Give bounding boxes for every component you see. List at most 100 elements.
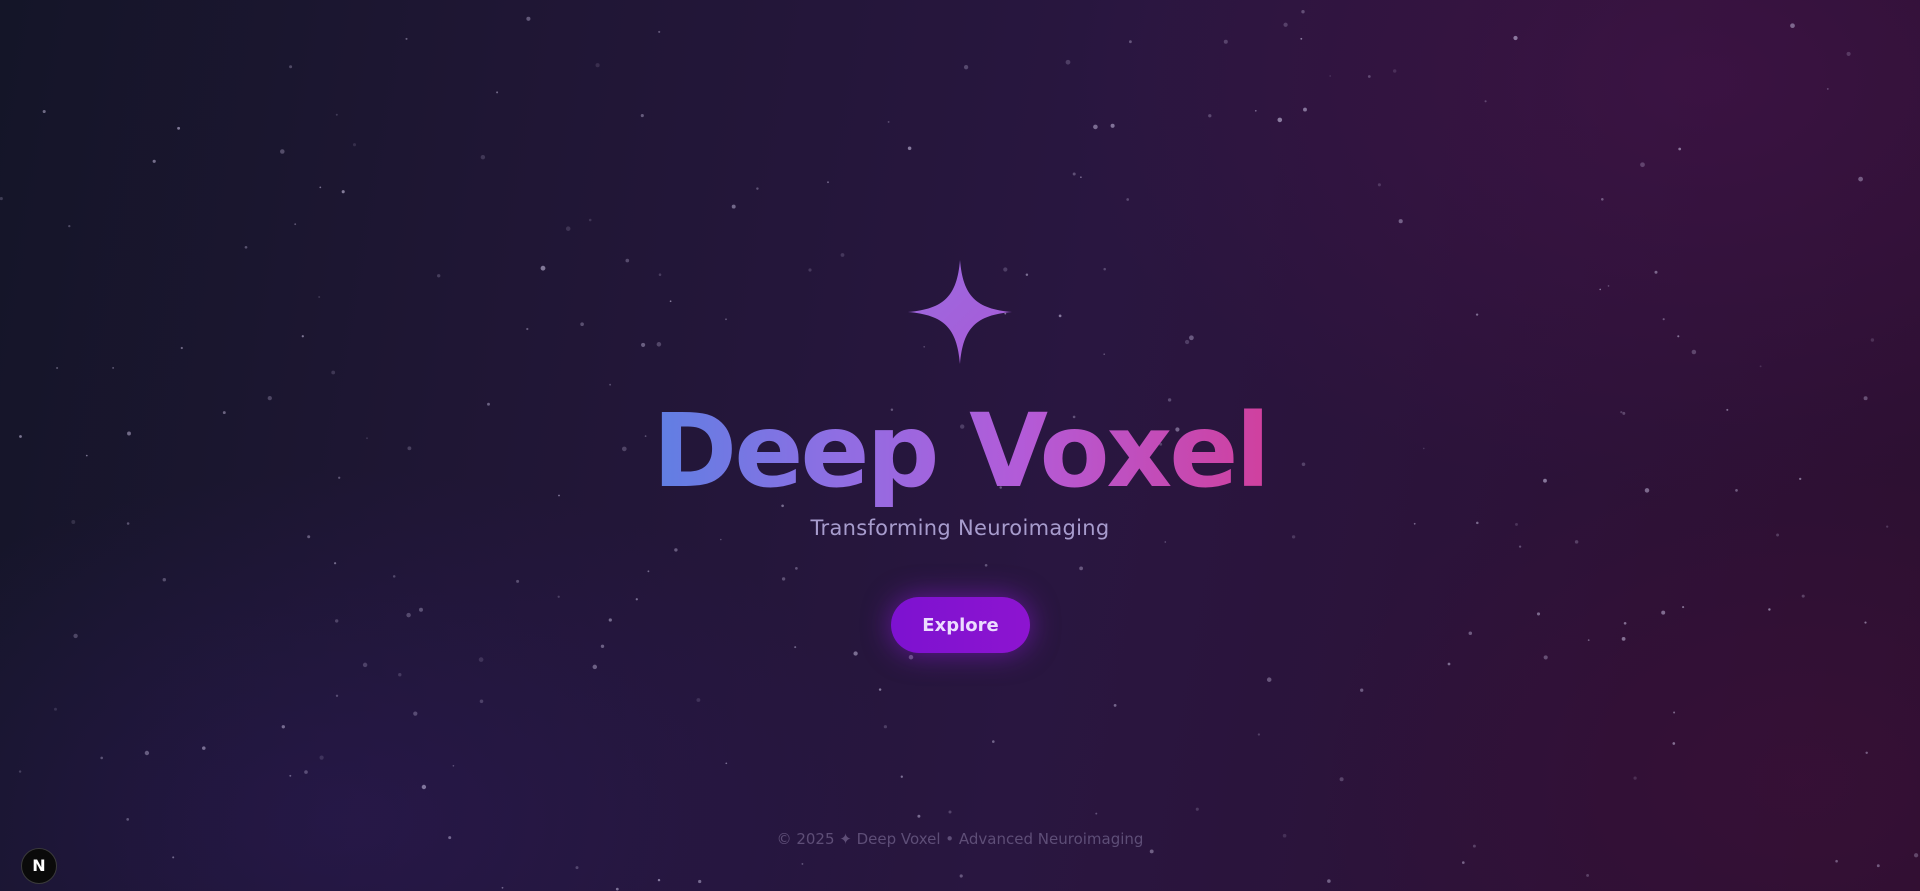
- star-dot: [1913, 853, 1919, 858]
- star-dot: [1846, 51, 1851, 56]
- star-dot: [963, 65, 969, 70]
- star-dot: [1103, 267, 1106, 271]
- star-dot: [289, 65, 293, 69]
- star-dot: [575, 866, 579, 870]
- star-dot: [1025, 273, 1029, 277]
- star-dot: [1607, 285, 1610, 287]
- sparkle-icon: [908, 260, 1012, 364]
- star-dot: [696, 698, 701, 702]
- star-dot: [608, 618, 612, 622]
- star-dot: [319, 755, 324, 760]
- star-dot: [1678, 147, 1682, 151]
- star-dot: [1475, 313, 1479, 316]
- star-dot: [437, 274, 441, 278]
- star-dot: [725, 762, 728, 765]
- star-dot: [827, 181, 829, 184]
- star-dot: [907, 146, 912, 151]
- star-dot: [647, 570, 650, 573]
- star-dot: [801, 862, 804, 865]
- star-dot: [294, 223, 297, 226]
- star-dot: [526, 16, 531, 21]
- page-title: Deep Voxel: [0, 392, 1920, 512]
- star-dot: [480, 154, 486, 160]
- star-dot: [1768, 608, 1771, 611]
- explore-button[interactable]: Explore: [891, 597, 1030, 653]
- star-dot: [496, 91, 499, 94]
- star-dot: [1095, 812, 1098, 815]
- star-dot: [1283, 22, 1288, 27]
- star-dot: [1339, 777, 1344, 782]
- star-dot: [1876, 864, 1880, 868]
- star-dot: [794, 646, 797, 649]
- star-dot: [352, 143, 357, 147]
- star-dot: [1865, 751, 1868, 755]
- star-dot: [1223, 39, 1228, 44]
- star-dot: [479, 699, 484, 704]
- star-dot: [1103, 353, 1106, 356]
- star-dot: [398, 673, 402, 677]
- star-dot: [42, 109, 46, 114]
- star-dot: [1208, 114, 1212, 118]
- star-dot: [756, 187, 759, 190]
- star-dot: [1858, 176, 1863, 182]
- title-text: Deep Voxel: [652, 392, 1271, 511]
- star-dot: [808, 268, 812, 272]
- star-dot: [478, 657, 484, 662]
- star-dot: [162, 577, 167, 582]
- star-dot: [1826, 87, 1829, 90]
- star-dot: [540, 265, 546, 271]
- star-dot: [1329, 75, 1332, 77]
- star-dot: [1543, 655, 1548, 660]
- star-dot: [304, 770, 308, 774]
- star-dot: [640, 114, 644, 118]
- star-dot: [1300, 37, 1303, 40]
- star-dot: [341, 190, 345, 194]
- star-dot: [334, 562, 337, 565]
- star-dot: [1835, 859, 1838, 863]
- star-dot: [0, 197, 3, 201]
- star-dot: [1672, 742, 1676, 745]
- star-dot: [1164, 541, 1167, 543]
- star-dot: [1536, 612, 1541, 616]
- star-dot: [413, 711, 418, 716]
- star-dot: [656, 342, 662, 347]
- star-dot: [615, 887, 619, 891]
- star-dot: [1574, 540, 1579, 544]
- star-dot: [405, 37, 408, 40]
- page-subtitle: Transforming Neuroimaging: [810, 516, 1110, 540]
- star-dot: [406, 612, 411, 618]
- star-dot: [18, 770, 22, 773]
- star-dot: [1586, 873, 1590, 877]
- star-dot: [908, 654, 914, 660]
- star-dot: [1149, 849, 1154, 854]
- star-dot: [1266, 677, 1272, 682]
- star-dot: [68, 224, 71, 228]
- star-dot: [1801, 594, 1805, 598]
- star-dot: [1377, 183, 1381, 187]
- star-dot: [565, 226, 571, 231]
- star-dot: [883, 725, 888, 729]
- star-dot: [657, 878, 661, 882]
- star-dot: [177, 126, 181, 130]
- star-dot: [588, 218, 592, 222]
- star-dot: [1640, 162, 1645, 168]
- star-dot: [1790, 23, 1795, 29]
- star-dot: [1367, 75, 1371, 78]
- star-dot: [917, 814, 921, 818]
- star-dot: [992, 740, 995, 743]
- star-dot: [781, 577, 786, 581]
- star-dot: [1447, 662, 1451, 666]
- star-dot: [452, 764, 455, 767]
- star-dot: [669, 300, 672, 303]
- star-dot: [1327, 879, 1331, 883]
- star-dot: [100, 756, 103, 760]
- star-dot: [319, 186, 322, 189]
- star-dot: [948, 810, 952, 814]
- star-dot: [1065, 59, 1071, 65]
- nextjs-logo-icon[interactable]: N: [21, 848, 57, 884]
- star-dot: [1461, 861, 1465, 864]
- star-dot: [526, 327, 529, 331]
- star-dot: [725, 318, 727, 321]
- star-dot: [318, 295, 321, 299]
- star-dot: [1654, 270, 1658, 274]
